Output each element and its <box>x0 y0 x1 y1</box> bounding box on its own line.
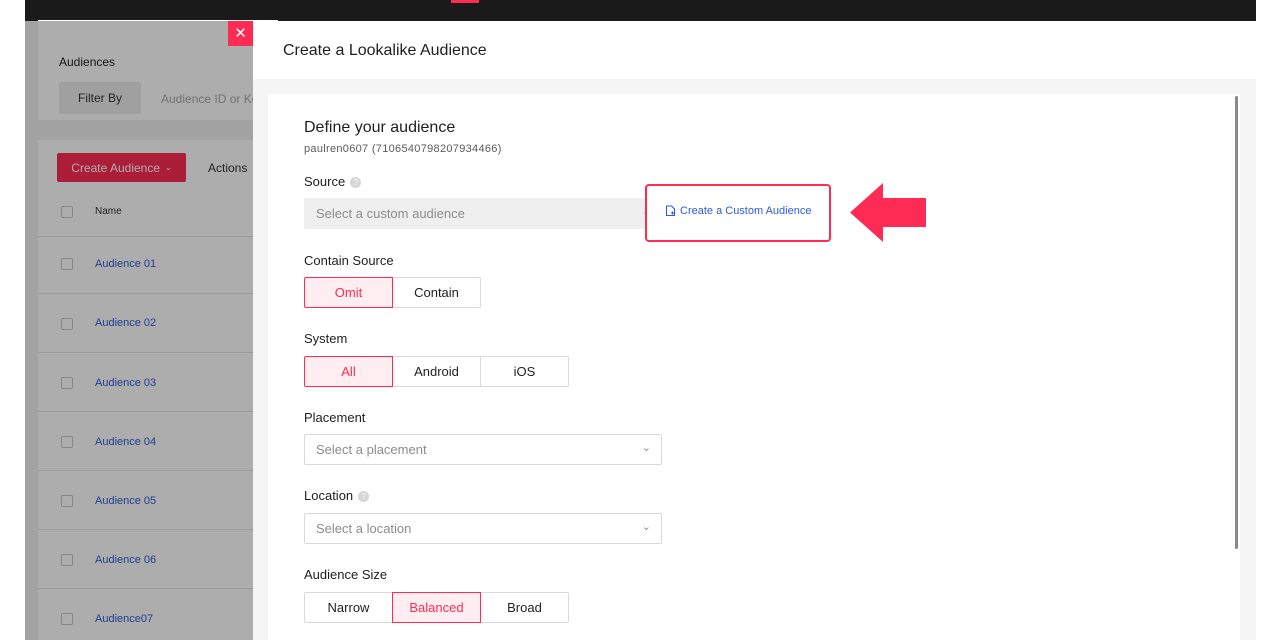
top-navigation-bar <box>25 0 1256 21</box>
source-placeholder: Select a custom audience <box>316 206 465 221</box>
location-placeholder: Select a location <box>316 521 412 536</box>
document-add-icon <box>665 205 676 217</box>
close-drawer-button[interactable]: ✕ <box>228 21 253 46</box>
help-icon[interactable]: ? <box>358 491 370 503</box>
placement-label: Placement <box>304 410 366 425</box>
source-select[interactable]: Select a custom audience ⌄ <box>304 198 662 229</box>
define-audience-panel: Define your audience paulren0607 (710654… <box>268 94 1240 640</box>
close-icon: ✕ <box>234 25 247 42</box>
create-custom-audience-label: Create a Custom Audience <box>680 205 812 217</box>
create-custom-audience-highlight: Create a Custom Audience <box>645 184 831 242</box>
balanced-option[interactable]: Balanced <box>392 592 481 623</box>
narrow-option[interactable]: Narrow <box>304 592 393 623</box>
placement-select[interactable]: Select a placement ⌄ <box>304 434 662 465</box>
contain-source-label: Contain Source <box>304 253 394 268</box>
modal-overlay[interactable] <box>25 21 253 640</box>
lookalike-audience-drawer: Create a Lookalike Audience Define your … <box>253 21 1256 640</box>
system-label: System <box>304 331 348 346</box>
location-select[interactable]: Select a location ⌄ <box>304 513 662 544</box>
section-title: Define your audience <box>304 119 456 136</box>
location-label-text: Location <box>304 488 354 503</box>
system-toggle: All Android iOS <box>304 356 569 387</box>
drawer-header: Create a Lookalike Audience <box>253 21 1256 79</box>
chevron-down-icon: ⌄ <box>641 521 651 533</box>
chevron-down-icon: ⌄ <box>641 442 651 454</box>
placement-placeholder: Select a placement <box>316 442 427 457</box>
system-android-option[interactable]: Android <box>392 356 481 387</box>
drawer-scrollbar[interactable] <box>1235 96 1238 549</box>
arrow-left-icon <box>850 183 926 242</box>
system-ios-option[interactable]: iOS <box>480 356 569 387</box>
drawer-title: Create a Lookalike Audience <box>283 42 487 59</box>
location-label: Location? <box>304 488 370 503</box>
source-label: Source? <box>304 174 362 189</box>
active-tab-indicator <box>451 0 479 3</box>
broad-option[interactable]: Broad <box>480 592 569 623</box>
account-id: paulren0607 (7106540798207934466) <box>304 143 502 155</box>
audience-size-toggle: Narrow Balanced Broad <box>304 592 569 623</box>
contain-source-toggle: Omit Contain <box>304 277 481 308</box>
create-custom-audience-link[interactable]: Create a Custom Audience <box>665 205 811 217</box>
audience-size-label: Audience Size <box>304 567 388 582</box>
omit-option[interactable]: Omit <box>304 277 393 308</box>
app-frame: Audiences Filter By Audience ID or Ke Cr… <box>25 0 1256 640</box>
contain-option[interactable]: Contain <box>392 277 481 308</box>
system-all-option[interactable]: All <box>304 356 393 387</box>
help-icon[interactable]: ? <box>350 177 362 189</box>
source-label-text: Source <box>304 174 346 189</box>
